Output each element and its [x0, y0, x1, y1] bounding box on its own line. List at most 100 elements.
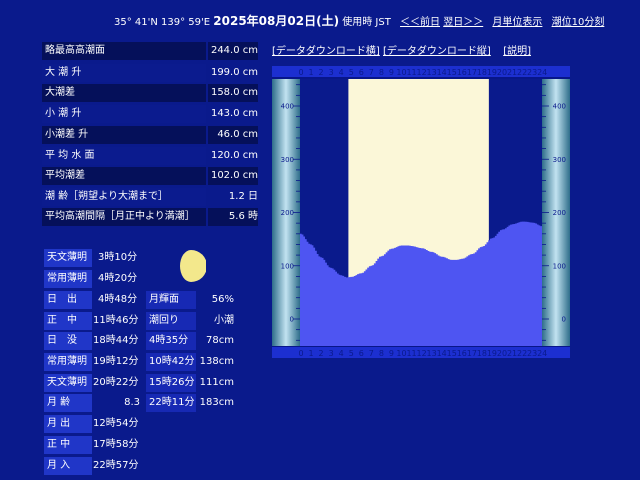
- hour-label-bottom: 10: [396, 349, 406, 358]
- hour-label-bottom: 21: [507, 349, 517, 358]
- hour-label-top: 22: [517, 68, 527, 77]
- stat-value: 244.0 cm: [208, 42, 258, 60]
- hour-label-bottom: 13: [427, 349, 437, 358]
- hour-label-bottom: 22: [517, 349, 527, 358]
- sun-value: 18時44分: [93, 335, 139, 346]
- prev-day-link[interactable]: ＜＜前日: [400, 17, 440, 28]
- monthly-view-link[interactable]: 月単位表示: [492, 17, 542, 28]
- stat-value: 1.2 日: [228, 191, 258, 202]
- hour-label-top: 6: [359, 68, 364, 77]
- stat-label: 小 潮 升: [42, 105, 206, 123]
- hour-label-top: 2: [319, 68, 324, 77]
- moon-phase-icon: [180, 250, 206, 282]
- hour-label-bottom: 9: [389, 349, 394, 358]
- stat-value: 102.0 cm: [208, 167, 258, 185]
- left-ruler-label: 0: [290, 316, 294, 324]
- hour-label-bottom: 23: [527, 349, 537, 358]
- tide-event-height: 111cm: [199, 377, 234, 388]
- right-ruler-label: 0: [562, 316, 566, 324]
- hour-label-top: 4: [339, 68, 344, 77]
- hour-label-bottom: 2: [319, 349, 324, 358]
- hour-label-top: 13: [427, 68, 437, 77]
- tide-chart: 0 0100 100200 200300 300400 400 0011223344556…: [272, 66, 570, 358]
- stat-label: 大 潮 升: [42, 64, 206, 82]
- hour-label-bottom: 15: [447, 349, 457, 358]
- right-ruler-label: 200: [553, 209, 566, 217]
- tide-event-time: 4時35分: [146, 332, 196, 350]
- help-link[interactable]: [説明]: [503, 46, 531, 57]
- hour-label-top: 0: [298, 68, 303, 77]
- stat-row: 小 潮 升 143.0 cm: [42, 105, 258, 123]
- stat-label: 略最高高潮面: [42, 42, 206, 60]
- moon-label: 正 中: [44, 436, 92, 454]
- left-ruler-label: 300: [281, 156, 294, 164]
- download-links: [データダウンロード横] [データダウンロード縦] [説明]: [272, 42, 531, 57]
- hour-label-top: 3: [329, 68, 334, 77]
- hour-label-top: 15: [447, 68, 457, 77]
- hour-label-top: 5: [349, 68, 354, 77]
- moon-value: 22時57分: [93, 460, 139, 471]
- hour-label-top: 14: [437, 68, 447, 77]
- tide-event-time: 22時11分: [146, 394, 196, 412]
- stat-value: 120.0 cm: [210, 150, 258, 161]
- right-ruler-label: 400: [553, 103, 566, 111]
- hour-label-bottom: 0: [298, 349, 303, 358]
- hour-label-top: 16: [457, 68, 467, 77]
- stat-row: 略最高高潮面 244.0 cm: [42, 42, 258, 60]
- stat-label: 大潮差: [42, 84, 206, 102]
- moon-label: 月 入: [44, 457, 92, 475]
- hour-label-bottom: 20: [497, 349, 507, 358]
- hour-label-top: 12: [417, 68, 427, 77]
- stat-value: 158.0 cm: [208, 84, 258, 102]
- tide-type-label: 潮回り: [146, 312, 196, 330]
- hour-label-bottom: 24: [537, 349, 547, 358]
- sun-label: 天文薄明: [44, 374, 92, 392]
- tide-event-time: 15時26分: [146, 374, 196, 392]
- hour-label-top: 24: [537, 68, 547, 77]
- sun-label: 常用薄明: [44, 353, 92, 371]
- hour-label-top: 1: [309, 68, 314, 77]
- brightness-label: 月輝面: [146, 291, 196, 309]
- hour-label-top: 21: [507, 68, 517, 77]
- sun-label: 正 中: [44, 312, 92, 330]
- moon-label: 月 出: [44, 415, 92, 433]
- sun-value: 20時22分: [93, 377, 139, 388]
- stat-label: 平 均 水 面: [42, 147, 206, 165]
- header-bar: 35° 41'N 139° 59'E 2025年08月02日(土) 使用時 JS…: [114, 12, 604, 29]
- next-day-link[interactable]: 翌日＞＞: [443, 17, 483, 28]
- left-ruler-label: 100: [281, 262, 294, 270]
- hour-label-bottom: 7: [369, 349, 374, 358]
- sun-label: 常用薄明: [44, 270, 92, 288]
- hour-label-bottom: 4: [339, 349, 344, 358]
- moon-label: 月 齢: [44, 394, 92, 412]
- stat-value: 46.0 cm: [208, 126, 258, 144]
- hour-label-top: 17: [467, 68, 477, 77]
- hour-label-top: 18: [477, 68, 487, 77]
- hour-label-bottom: 12: [417, 349, 427, 358]
- hour-label-top: 9: [389, 68, 394, 77]
- sun-label: 日 没: [44, 332, 92, 350]
- hour-label-top: 11: [406, 68, 416, 77]
- download-vertical-link[interactable]: [データダウンロード縦]: [383, 46, 491, 57]
- sun-value: 3時10分: [98, 252, 138, 263]
- hour-label-bottom: 18: [477, 349, 487, 358]
- sun-label: 日 出: [44, 291, 92, 309]
- tide-event-height: 183cm: [199, 397, 234, 408]
- stat-label: 小潮差 升: [42, 126, 206, 144]
- hour-label-top: 8: [379, 68, 384, 77]
- stat-label: 平均高潮間隔［月正中より満潮］: [42, 208, 206, 226]
- stat-row: 大潮差 158.0 cm: [42, 84, 258, 102]
- tide-interval-link[interactable]: 潮位10分刻: [552, 17, 605, 28]
- left-ruler-label: 400: [281, 103, 294, 111]
- right-ruler-label: 100: [553, 262, 566, 270]
- tide-event-height: 78cm: [206, 335, 234, 346]
- left-ruler-label: 200: [281, 209, 294, 217]
- moon-value: 12時54分: [93, 418, 139, 429]
- sun-value: 11時46分: [93, 315, 139, 326]
- hour-label-top: 20: [497, 68, 507, 77]
- download-horizontal-link[interactable]: [データダウンロード横]: [272, 46, 380, 57]
- tide-event-time: 10時42分: [146, 353, 196, 371]
- hour-label-bottom: 14: [437, 349, 447, 358]
- stat-value: 143.0 cm: [210, 108, 258, 119]
- hour-label-bottom: 16: [457, 349, 467, 358]
